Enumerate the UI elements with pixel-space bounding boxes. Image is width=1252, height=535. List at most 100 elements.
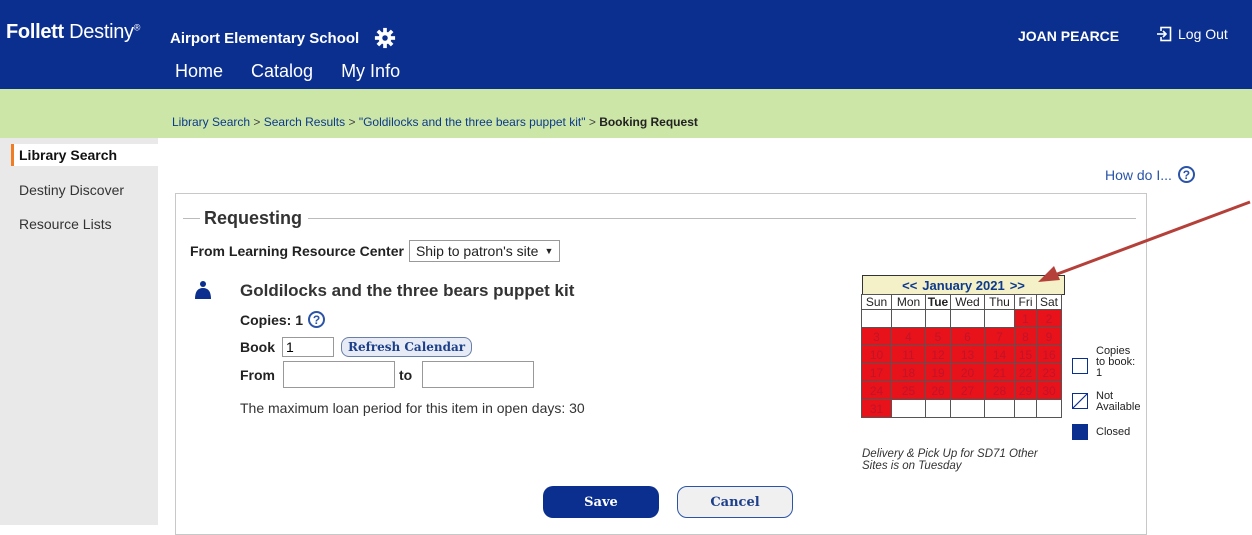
breadcrumb-search-results[interactable]: Search Results [264,115,345,129]
sidebar-item-resource-lists[interactable]: Resource Lists [19,216,112,232]
logout-link[interactable]: Log Out [1156,26,1228,42]
calendar-day-26[interactable]: 26 [925,381,951,400]
calendar-prev-link[interactable]: << [902,278,917,293]
calendar-day-6[interactable]: 6 [950,327,985,346]
calendar-day-29[interactable]: 29 [1014,381,1037,400]
nav-catalog[interactable]: Catalog [247,61,318,93]
calendar-next-link[interactable]: >> [1010,278,1025,293]
save-button[interactable]: Save [543,486,659,518]
calendar-day-5[interactable]: 5 [925,327,951,346]
breadcrumb: Library Search > Search Results > "Goldi… [172,115,698,129]
calendar-empty-cell [891,399,926,418]
calendar-day-10[interactable]: 10 [861,345,892,364]
caret-down-icon: ▼ [544,246,554,256]
calendar-day-1[interactable]: 1 [1014,309,1037,328]
calendar-day-18[interactable]: 18 [891,363,926,382]
calendar-day-12[interactable]: 12 [925,345,951,364]
calendar-day-9[interactable]: 9 [1036,327,1062,346]
calendar-empty-cell [950,309,985,328]
calendar-weekday-fri: Fri [1014,294,1037,310]
help-link[interactable]: How do I... ? [1105,166,1195,183]
calendar-day-28[interactable]: 28 [984,381,1015,400]
section-divider [183,218,1136,219]
calendar-day-17[interactable]: 17 [861,363,892,382]
not-available-swatch [1072,393,1088,409]
gear-icon[interactable] [374,27,396,49]
calendar-day-16[interactable]: 16 [1036,345,1062,364]
breadcrumb-item-title[interactable]: "Goldilocks and the three bears puppet k… [359,115,586,129]
sidebar-item-library-search[interactable]: Library Search [11,144,160,166]
date-row: From to [240,361,534,388]
from-row: From Learning Resource Center Ship to pa… [190,240,561,262]
calendar-day-7[interactable]: 7 [984,327,1015,346]
breadcrumb-bar: Library Search > Search Results > "Goldi… [0,89,1252,138]
breadcrumb-separator: > [348,115,356,129]
refresh-calendar-button[interactable]: Refresh Calendar [341,337,473,357]
calendar-day-4[interactable]: 4 [891,327,926,346]
calendar-day-3[interactable]: 3 [861,327,892,346]
calendar-empty-cell [925,309,951,328]
ship-select[interactable]: Ship to patron's site ▼ [408,240,561,262]
question-circle-icon[interactable]: ? [308,311,326,328]
closed-swatch [1072,424,1088,440]
calendar-weekday-mon: Mon [891,294,926,310]
calendar-day-27[interactable]: 27 [950,381,985,400]
calendar-day-19[interactable]: 19 [925,363,951,382]
calendar-day-8[interactable]: 8 [1014,327,1037,346]
calendar-weekday-sun: Sun [861,294,892,310]
main-nav: Home Catalog My Info [173,61,402,93]
cancel-button[interactable]: Cancel [677,486,793,518]
calendar-day-24[interactable]: 24 [861,381,892,400]
question-circle-icon: ? [1177,166,1195,183]
breadcrumb-library-search[interactable]: Library Search [172,115,250,129]
calendar-note: Delivery & Pick Up for SD71 Other Sites … [862,448,1038,472]
copies-label: Copies: 1 [240,311,304,328]
item-title: Goldilocks and the three bears puppet ki… [240,281,575,300]
book-quantity-input[interactable] [282,337,334,357]
from-date-label: From [240,367,275,383]
calendar-day-30[interactable]: 30 [1036,381,1062,400]
calendar-weekday-sat: Sat [1036,294,1062,310]
help-label: How do I... [1105,166,1172,183]
from-location-label: From Learning Resource Center [190,243,404,259]
nav-home[interactable]: Home [173,61,225,90]
from-date-input[interactable] [283,361,395,388]
logout-icon [1157,26,1172,42]
copies-row: Copies: 1 ? [240,311,326,328]
logo[interactable]: Follett Destiny® [6,21,140,44]
logout-label: Log Out [1178,26,1228,42]
kit-icon [195,281,211,299]
calendar-day-14[interactable]: 14 [984,345,1015,364]
calendar-day-13[interactable]: 13 [950,345,985,364]
nav-my-info[interactable]: My Info [339,61,402,90]
school-name: Airport Elementary School [170,30,360,47]
calendar-empty-cell [950,399,985,418]
available-swatch [1072,358,1088,374]
calendar-day-11[interactable]: 11 [891,345,926,364]
logo-mark: ® [133,22,141,33]
calendar-empty-cell [891,309,926,328]
calendar-day-2[interactable]: 2 [1036,309,1062,328]
annotation-arrow [1038,200,1251,282]
to-date-input[interactable] [422,361,534,388]
calendar-day-25[interactable]: 25 [891,381,926,400]
top-bar: Follett Destiny® Airport Elementary Scho… [0,0,1252,93]
calendar-empty-cell [925,399,951,418]
calendar-day-22[interactable]: 22 [1014,363,1037,382]
calendar-empty-cell [1036,399,1062,418]
calendar-day-23[interactable]: 23 [1036,363,1062,382]
breadcrumb-current: Booking Request [599,115,698,129]
calendar-empty-cell [984,309,1015,328]
ship-select-value: Ship to patron's site [415,243,539,259]
booking-calendar: << January 2021 >> Sun Mon Tue Wed Thu Fri Sat… [861,275,1065,418]
logo-brand: Follett [6,21,64,43]
calendar-day-21[interactable]: 21 [984,363,1015,382]
calendar-day-20[interactable]: 20 [950,363,985,382]
legend-closed-label: Closed [1096,426,1131,438]
calendar-day-15[interactable]: 15 [1014,345,1037,364]
calendar-day-31[interactable]: 31 [861,399,892,418]
calendar-month-label: January 2021 [922,277,1005,293]
max-loan-text: The maximum loan period for this item in… [240,400,585,416]
sidebar-item-destiny-discover[interactable]: Destiny Discover [19,182,124,198]
legend-not-available-label: Not Available [1096,390,1141,413]
